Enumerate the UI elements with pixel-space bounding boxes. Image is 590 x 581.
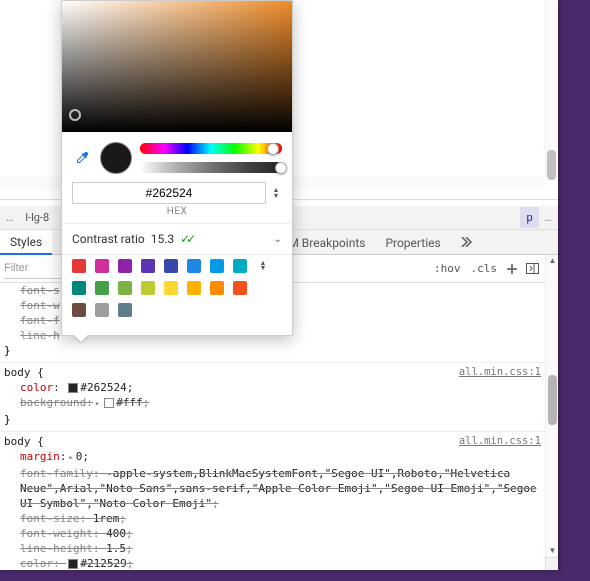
color-swatch[interactable] bbox=[68, 383, 78, 393]
chevron-down-icon[interactable]: ⌄ bbox=[274, 234, 282, 245]
scroll-thumb[interactable] bbox=[547, 150, 556, 180]
format-label: HEX bbox=[62, 206, 292, 223]
current-color-swatch bbox=[100, 142, 132, 174]
css-value[interactable]: 1rem bbox=[93, 512, 120, 525]
css-prop[interactable]: color bbox=[20, 557, 53, 570]
css-prop[interactable]: font-weight bbox=[20, 527, 93, 540]
contrast-value: 15.3 bbox=[151, 232, 174, 246]
scroll-thumb[interactable] bbox=[548, 375, 557, 425]
color-swatch[interactable] bbox=[68, 559, 78, 569]
hex-input[interactable] bbox=[72, 182, 266, 204]
popover-arrow bbox=[74, 335, 88, 342]
css-prop[interactable]: font-size bbox=[20, 512, 80, 525]
new-rule-button[interactable] bbox=[503, 260, 521, 278]
css-rule[interactable]: all.min.css:1 body { color: #262524; bac… bbox=[0, 363, 545, 432]
slider-thumb[interactable] bbox=[267, 143, 279, 155]
palette-swatch[interactable] bbox=[210, 281, 224, 295]
tabs-overflow-icon[interactable] bbox=[457, 233, 475, 251]
css-prop[interactable]: line-h bbox=[20, 329, 60, 342]
palette-swatch[interactable] bbox=[233, 281, 247, 295]
css-prop[interactable]: font-s bbox=[20, 284, 60, 297]
palette-swatch[interactable] bbox=[141, 259, 155, 273]
css-rule[interactable]: all.min.css:1 body { margin:▸0; font-fam… bbox=[0, 432, 545, 570]
tab-properties[interactable]: Properties bbox=[375, 231, 450, 254]
source-link[interactable]: all.min.css:1 bbox=[459, 434, 541, 449]
expand-icon[interactable]: ▸ bbox=[95, 397, 100, 412]
spectrum-cursor[interactable] bbox=[69, 109, 81, 121]
palette-swatch[interactable] bbox=[141, 281, 155, 295]
scroll-down-icon[interactable]: ▼ bbox=[546, 545, 559, 557]
color-palette: ▲▼ bbox=[62, 255, 292, 335]
eyedropper-icon[interactable] bbox=[72, 148, 92, 168]
contrast-row[interactable]: Contrast ratio 15.3 ✓✓ ⌄ bbox=[62, 224, 292, 254]
palette-swatch[interactable] bbox=[187, 281, 201, 295]
palette-swatch[interactable] bbox=[164, 259, 178, 273]
palette-swatch[interactable] bbox=[118, 259, 132, 273]
css-prop[interactable]: font-w bbox=[20, 299, 60, 312]
palette-swatch[interactable] bbox=[95, 281, 109, 295]
palette-swatch[interactable] bbox=[72, 303, 86, 317]
css-prop[interactable]: font-f bbox=[20, 314, 60, 327]
css-value[interactable]: 0 bbox=[76, 450, 83, 463]
palette-swatch[interactable] bbox=[164, 281, 178, 295]
contrast-label: Contrast ratio bbox=[72, 232, 145, 246]
scroll-up-icon[interactable]: ▲ bbox=[546, 255, 559, 267]
hue-slider[interactable] bbox=[140, 143, 282, 154]
palette-swatch[interactable] bbox=[95, 259, 109, 273]
crumb-overflow-right[interactable]: … bbox=[539, 211, 558, 224]
css-value[interactable]: #262524 bbox=[80, 381, 126, 394]
color-picker: ▲▼ HEX Contrast ratio 15.3 ✓✓ ⌄ ▲▼ bbox=[61, 0, 293, 336]
css-prop[interactable]: color bbox=[20, 381, 53, 394]
palette-swatch[interactable] bbox=[118, 281, 132, 295]
css-value[interactable]: 400 bbox=[106, 527, 126, 540]
palette-swatch[interactable] bbox=[187, 259, 201, 273]
scrollbar-vertical[interactable] bbox=[545, 0, 558, 177]
crumb-overflow-left[interactable]: … bbox=[0, 211, 19, 224]
css-prop[interactable]: margin bbox=[20, 450, 60, 463]
crumb[interactable]: l-lg-8 bbox=[19, 207, 55, 228]
palette-swatch[interactable] bbox=[118, 303, 132, 317]
css-value[interactable]: 1.5 bbox=[106, 542, 126, 555]
scrollbar-vertical[interactable]: ▲ ▼ bbox=[545, 255, 558, 557]
alpha-slider[interactable] bbox=[140, 162, 282, 173]
palette-swatch[interactable] bbox=[233, 259, 247, 273]
palette-spinner[interactable]: ▲▼ bbox=[258, 261, 268, 271]
css-prop[interactable]: line-height bbox=[20, 542, 93, 555]
expand-icon[interactable]: ▸ bbox=[68, 451, 73, 466]
crumb-selected[interactable]: p bbox=[520, 207, 538, 228]
css-prop[interactable]: background bbox=[20, 396, 86, 409]
css-value[interactable]: -apple-system,BlinkMacSystemFont,"Segoe … bbox=[20, 467, 537, 510]
source-link[interactable]: all.min.css:1 bbox=[459, 365, 541, 380]
tab-styles[interactable]: Styles bbox=[0, 230, 52, 255]
css-value[interactable]: #212529 bbox=[80, 557, 126, 570]
sidebar-toggle-icon[interactable] bbox=[523, 260, 541, 278]
css-prop[interactable]: font-family bbox=[20, 467, 93, 480]
css-value[interactable]: #fff bbox=[116, 396, 143, 409]
cls-toggle[interactable]: .cls bbox=[467, 260, 502, 277]
palette-swatch[interactable] bbox=[72, 281, 86, 295]
color-swatch[interactable] bbox=[104, 398, 114, 408]
palette-swatch[interactable] bbox=[95, 303, 109, 317]
format-spinner[interactable]: ▲▼ bbox=[270, 187, 282, 199]
slider-thumb[interactable] bbox=[275, 162, 287, 174]
contrast-pass-icon: ✓✓ bbox=[180, 232, 192, 246]
palette-swatch[interactable] bbox=[72, 259, 86, 273]
resize-corner[interactable] bbox=[545, 557, 558, 570]
palette-swatch[interactable] bbox=[210, 259, 224, 273]
spectrum-field[interactable] bbox=[62, 1, 292, 132]
hov-toggle[interactable]: :hov bbox=[430, 260, 465, 277]
